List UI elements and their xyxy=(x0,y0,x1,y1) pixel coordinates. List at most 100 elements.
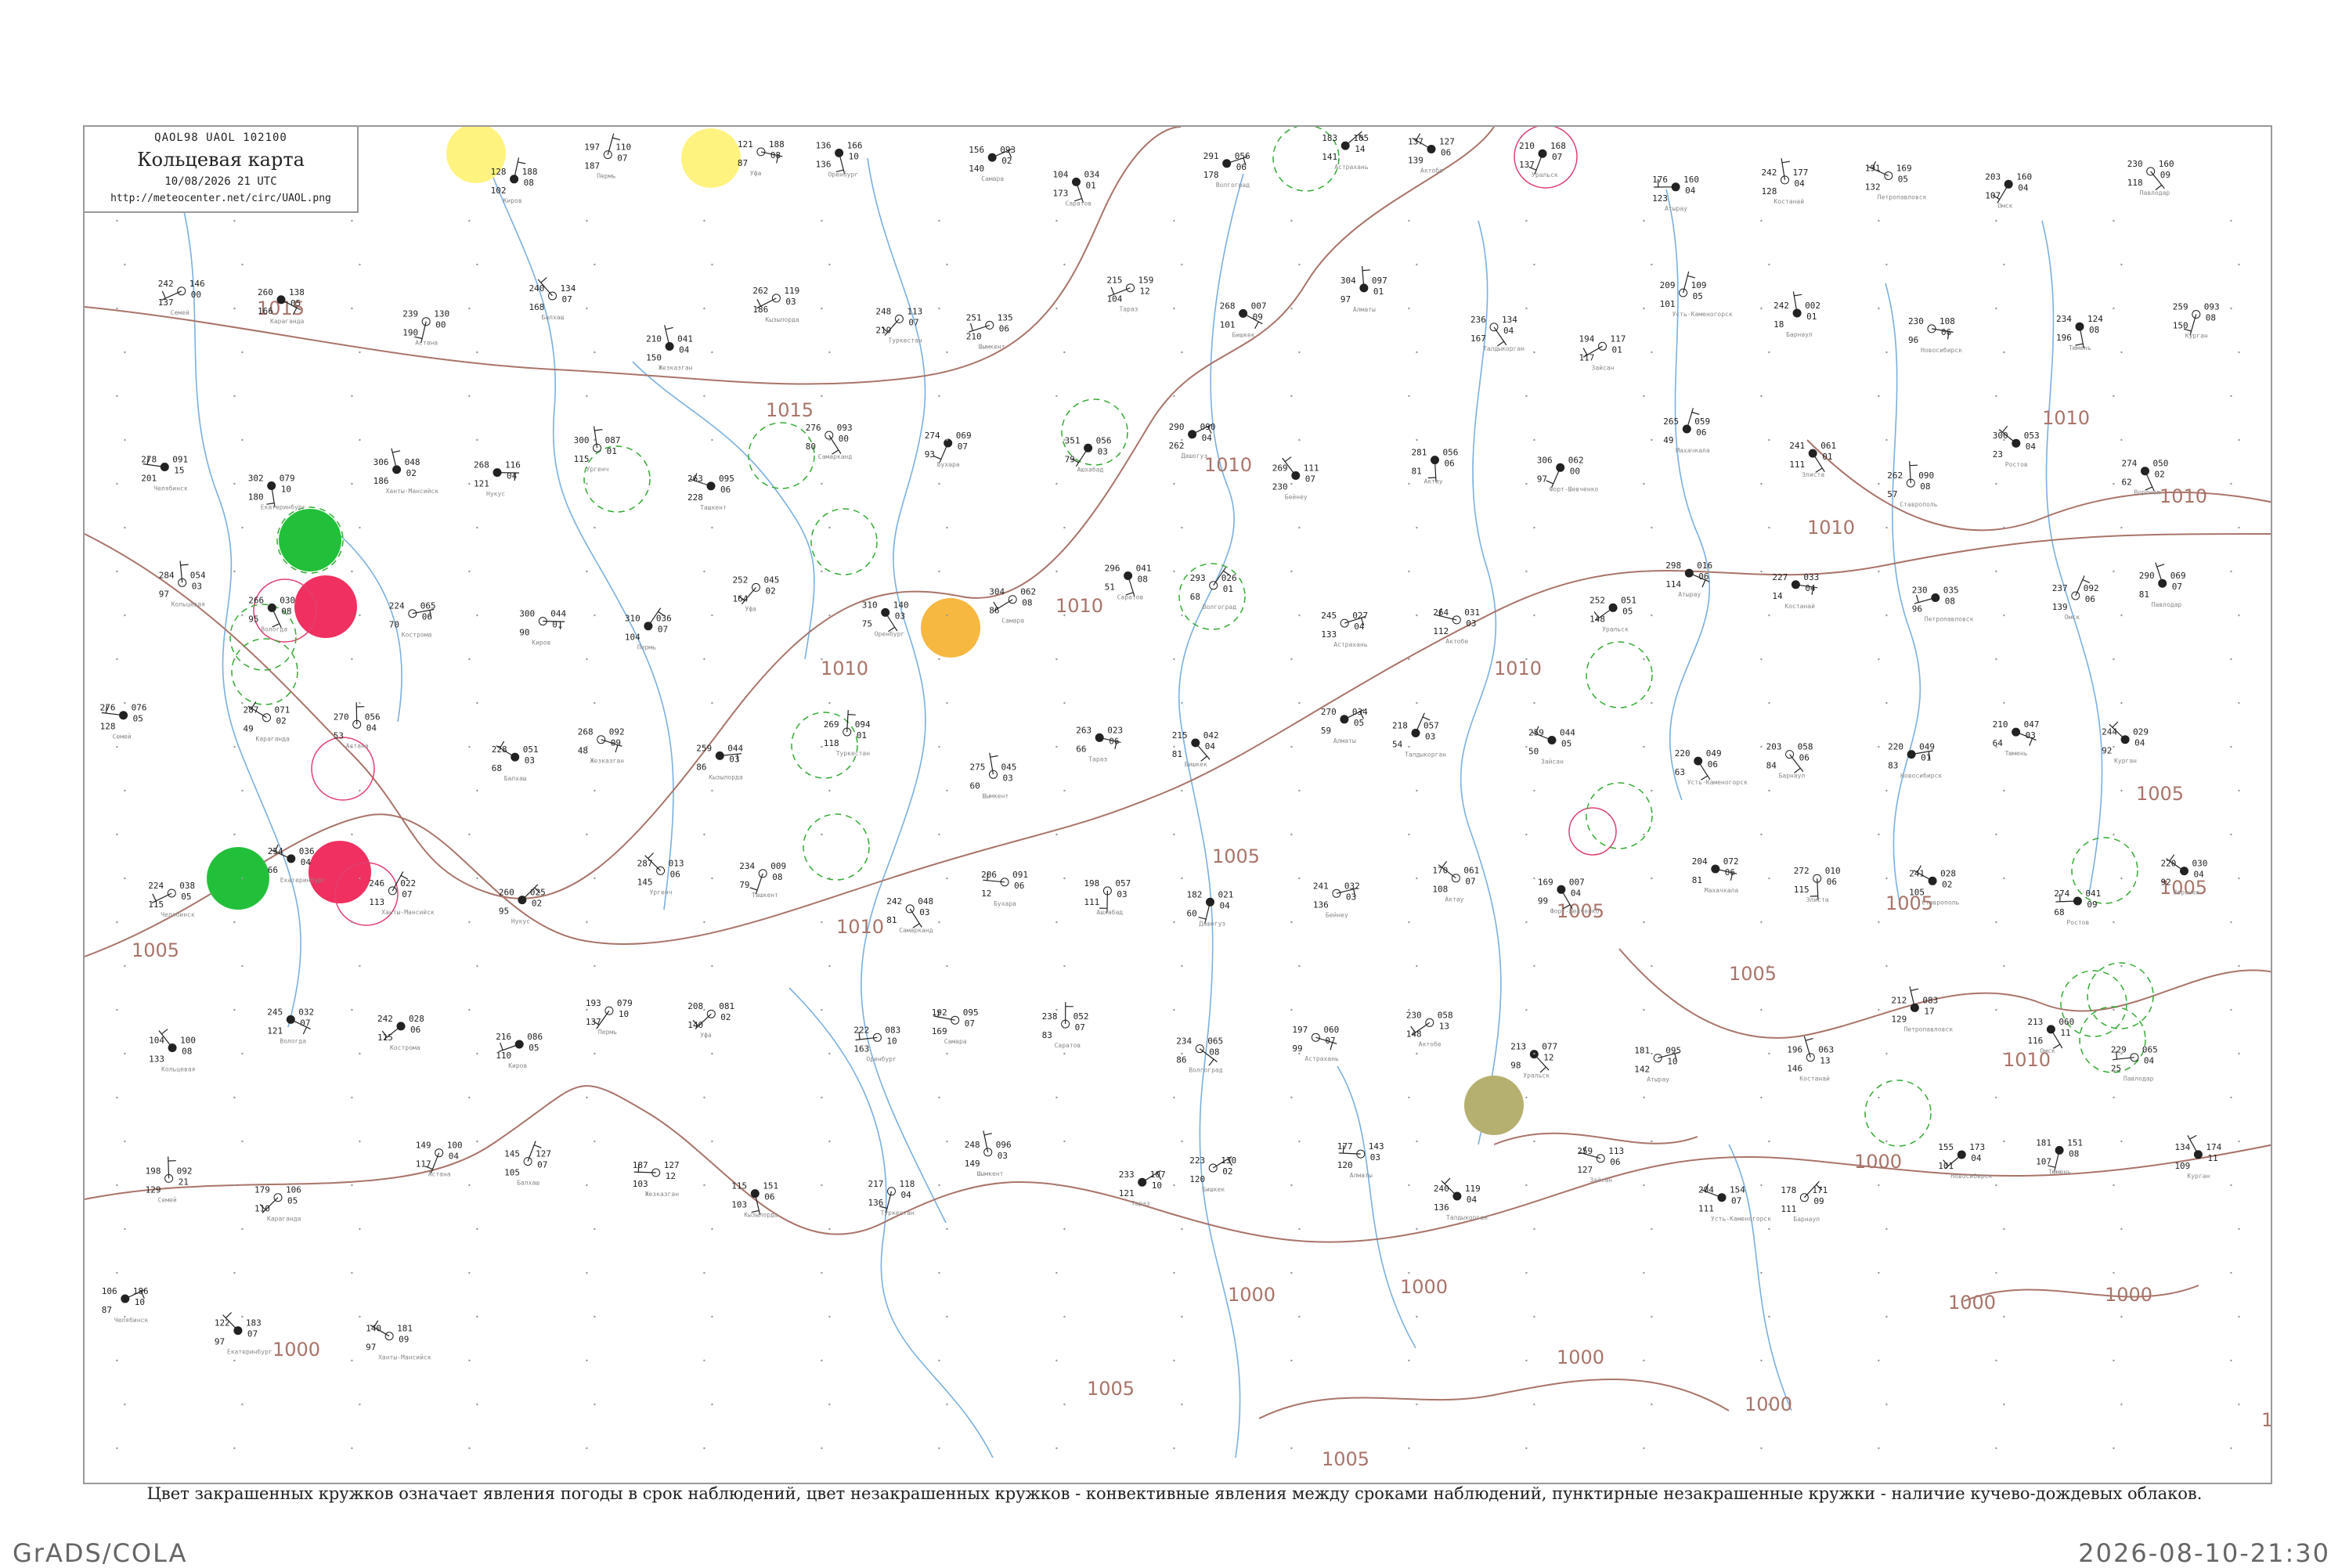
grid-dot xyxy=(351,571,352,572)
station-name: Курган xyxy=(2185,333,2208,340)
station-dewpoint: 109 xyxy=(2174,1161,2190,1171)
grid-dot xyxy=(124,878,125,879)
station-tendency: 03 xyxy=(895,611,905,621)
grid-dot xyxy=(2230,834,2232,835)
grid-dot xyxy=(711,264,713,265)
station-temperature: 209 xyxy=(1660,280,1676,290)
grid-dot xyxy=(351,308,352,309)
station-marker: 18109510142Атырау xyxy=(1634,1046,1681,1083)
station-temperature: 204 xyxy=(1698,1185,1714,1195)
wind-barb-feather xyxy=(1255,322,1259,329)
station-pressure: 025 xyxy=(530,888,546,898)
wind-barb xyxy=(1687,408,1693,429)
station-temperature: 240 xyxy=(1434,1184,1449,1194)
grid-dot xyxy=(1525,834,1527,835)
station-temperature: 264 xyxy=(1433,607,1449,618)
station-name: Самарканд xyxy=(818,453,853,460)
station-dewpoint: 86 xyxy=(989,606,999,616)
isobar-label-17: 1000 xyxy=(1948,1292,1996,1314)
station-pressure: 160 xyxy=(1683,175,1699,185)
station-tendency: 07 xyxy=(1325,1036,1335,1046)
isobar-label-21: 1000 xyxy=(2105,1284,2152,1306)
wind-barb xyxy=(356,702,357,724)
grid-dot xyxy=(2120,1404,2122,1405)
station-marker: 2340650886Волгоград xyxy=(1176,1036,1223,1074)
station-temperature: 187 xyxy=(633,1160,648,1170)
station-name: Талдыкорган xyxy=(1446,1214,1488,1221)
grid-dot xyxy=(351,1184,352,1186)
station-temperature: 218 xyxy=(1392,720,1408,730)
grid-dot xyxy=(116,1360,117,1361)
station-tendency: 08 xyxy=(1022,598,1032,608)
station-name: Курган xyxy=(2187,1173,2210,1180)
station-temperature: 224 xyxy=(389,601,405,611)
station-temperature: 259 xyxy=(1528,728,1544,738)
grid-dot xyxy=(359,527,360,528)
station-dewpoint: 68 xyxy=(1190,592,1200,602)
station-name: Вологда xyxy=(280,1037,306,1044)
grid-dot xyxy=(938,220,940,222)
grid-dot xyxy=(938,834,940,835)
wind-barb-feather xyxy=(1917,595,1919,603)
station-dewpoint: 105 xyxy=(1909,887,1925,897)
station-temperature: 269 xyxy=(1272,463,1288,474)
station-dewpoint: 118 xyxy=(824,738,839,748)
station-pressure: 119 xyxy=(784,286,799,296)
grid-dot xyxy=(1643,1360,1644,1361)
station-dewpoint: 18 xyxy=(1773,319,1784,330)
station-dewpoint: 99 xyxy=(1292,1044,1302,1054)
station-temperature: 304 xyxy=(1340,276,1356,286)
station-temperature: 242 xyxy=(377,1014,393,1024)
station-marker: 18115108107Тюмень xyxy=(2036,1137,2083,1175)
station-marker: 2040720681Махачкала xyxy=(1692,856,1739,894)
weather-fill-1 xyxy=(681,128,741,188)
wind-barb-feather xyxy=(1910,465,1918,466)
grid-dot xyxy=(594,1228,595,1230)
grid-dot xyxy=(1290,1272,1292,1274)
station-tendency: 01 xyxy=(1921,753,1931,763)
station-dewpoint: 97 xyxy=(1537,474,1547,484)
station-marker: 30008701115Ургенч xyxy=(574,427,621,474)
grid-dot xyxy=(351,1360,352,1361)
grid-dot xyxy=(124,1404,125,1405)
grid-dot xyxy=(1173,746,1174,748)
grid-dot xyxy=(1055,571,1057,572)
grid-dot xyxy=(1290,1447,1292,1449)
grid-dot xyxy=(2113,483,2114,485)
grid-dot xyxy=(468,658,470,660)
station-marker: 2130771298Уральск xyxy=(1510,1042,1557,1080)
station-dewpoint: 142 xyxy=(1634,1065,1650,1075)
grid-dot xyxy=(2003,790,2004,791)
grid-dot xyxy=(359,264,360,265)
grid-dot xyxy=(938,308,940,309)
station-name: Воронеж xyxy=(2174,889,2200,896)
station-tendency: 06 xyxy=(410,1025,420,1035)
station-dewpoint: 81 xyxy=(1172,749,1182,759)
station-temperature: 106 xyxy=(102,1286,117,1296)
grid-dot xyxy=(1298,1141,1300,1142)
station-tendency: 06 xyxy=(1708,759,1718,770)
grid-dot xyxy=(1760,658,1762,660)
station-dewpoint: 137 xyxy=(586,1017,601,1027)
station-temperature: 220 xyxy=(1675,748,1690,759)
grid-dot xyxy=(116,658,117,660)
station-temperature: 223 xyxy=(1189,1155,1205,1166)
station-temperature: 170 xyxy=(1432,866,1448,876)
grid-dot xyxy=(1181,1404,1182,1405)
grid-dot xyxy=(1768,351,1770,353)
station-tendency: 08 xyxy=(1209,1047,1219,1058)
grid-dot xyxy=(2003,965,2004,967)
grid-dot xyxy=(1760,483,1762,485)
wind-barb-feather xyxy=(392,451,400,452)
grid-dot xyxy=(1055,1009,1057,1011)
grid-dot xyxy=(241,439,243,441)
grid-dot xyxy=(1768,965,1770,967)
station-dewpoint: 64 xyxy=(1993,738,2004,748)
grid-dot xyxy=(124,1316,125,1317)
grid-dot xyxy=(821,483,822,485)
grid-dot xyxy=(1651,264,1652,265)
station-dewpoint: 149 xyxy=(965,1159,980,1169)
station-name: Ханты-Мансийск xyxy=(381,909,435,916)
station-tendency: 09 xyxy=(399,1335,409,1345)
grid-dot xyxy=(241,264,243,265)
